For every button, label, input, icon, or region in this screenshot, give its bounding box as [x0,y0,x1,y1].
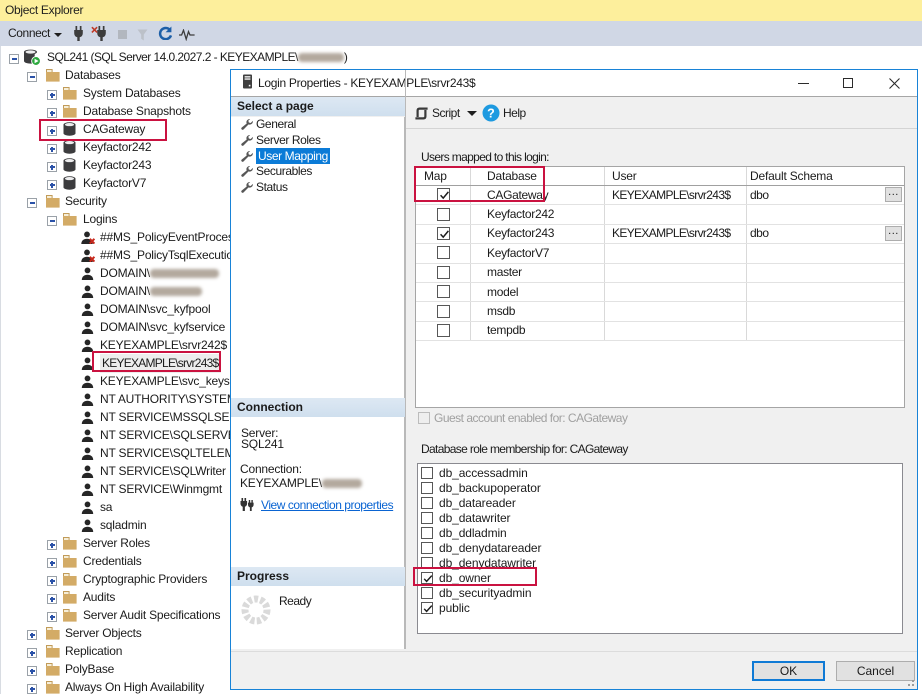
svg-text:?: ? [487,106,495,120]
